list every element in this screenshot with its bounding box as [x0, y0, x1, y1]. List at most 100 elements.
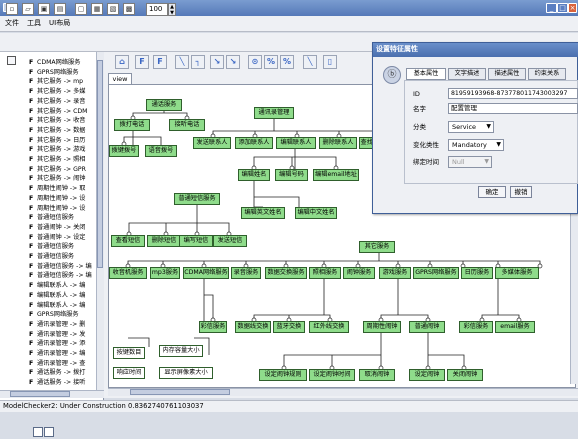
node-infrared[interactable]: 红外线交换: [309, 321, 349, 333]
tree-item[interactable]: F 普通短信服务 -> 编: [29, 271, 95, 280]
name-field[interactable]: 配置管理: [448, 103, 578, 114]
ok-button[interactable]: 确定: [478, 186, 506, 198]
tree-item[interactable]: F 其它服务 -> 数据: [29, 126, 95, 135]
paste-icon[interactable]: ▦: [91, 3, 103, 15]
node-send-sms[interactable]: 发送短信: [213, 235, 247, 247]
node-radio[interactable]: 收音机服务: [109, 267, 147, 279]
menu-file[interactable]: 文件: [3, 17, 21, 29]
node-edit-number[interactable]: 编辑号码: [275, 169, 308, 181]
node-cdma-mms[interactable]: 彩信服务: [199, 321, 227, 333]
node-dial[interactable]: 拨打电话: [114, 119, 150, 131]
node-alarm[interactable]: 闹钟服务: [343, 267, 375, 279]
close-button[interactable]: ×: [568, 3, 577, 13]
tree-item[interactable]: F 通话服务 -> 拨打: [29, 368, 95, 377]
node-normal-alarm[interactable]: 普通闹钟: [409, 321, 445, 333]
tree-item[interactable]: F 普通短信服务 -> 编: [29, 262, 95, 271]
note-response-time[interactable]: 响应时间: [113, 367, 145, 379]
diagram-hscroll-thumb[interactable]: [130, 389, 230, 395]
lock-icon[interactable]: ▯: [323, 55, 337, 69]
node-cancel-alarm[interactable]: 取消闹钟: [359, 369, 395, 381]
tree-item[interactable]: F 其它服务 -> 日历: [29, 136, 95, 145]
tree-hscroll-thumb[interactable]: [10, 391, 70, 397]
tree-root-icon[interactable]: [7, 56, 16, 65]
node-contacts[interactable]: 通讯录管理: [254, 107, 294, 119]
tab-text-description[interactable]: 文字描述: [448, 68, 486, 80]
node-delete-contact[interactable]: 删除联系人: [319, 137, 357, 149]
node-game[interactable]: 游戏服务: [379, 267, 411, 279]
node-other-service[interactable]: 其它服务: [359, 241, 395, 253]
node-delete-sms[interactable]: 删除短信: [147, 235, 181, 247]
node-key-dial[interactable]: 拨键拨号: [109, 145, 139, 157]
cancel-button[interactable]: 撤销: [510, 186, 532, 198]
node-mp3[interactable]: mp3服务: [150, 267, 180, 279]
tree-item[interactable]: F 普通闹钟 -> 关闭: [29, 223, 95, 232]
node-bluetooth[interactable]: 蓝牙交换: [273, 321, 305, 333]
tree-item[interactable]: F 通讯录管理 -> 编: [29, 349, 95, 358]
tree-item[interactable]: F 普通短信服务: [29, 213, 95, 222]
node-datacable[interactable]: 数据线交换: [235, 321, 271, 333]
tree-item[interactable]: F GPRS网络服务: [29, 310, 95, 319]
feature-tool-2-icon[interactable]: F: [153, 55, 167, 69]
tree-item[interactable]: F 其它服务 -> 多媒: [29, 87, 95, 96]
tree-item[interactable]: F 通讯录管理 -> 查: [29, 359, 95, 368]
node-write-sms[interactable]: 编写短信: [179, 235, 213, 247]
node-sms-service[interactable]: 普通短信服务: [174, 193, 220, 205]
note-screen-pixels[interactable]: 显示屏像素大小: [159, 367, 213, 379]
tree-item[interactable]: F 编辑联系人 -> 编: [29, 281, 95, 290]
link-tool-icon[interactable]: %: [264, 55, 278, 69]
node-add-contact[interactable]: 添加联系人: [235, 137, 273, 149]
node-voice-dial[interactable]: 语音拨号: [145, 145, 177, 157]
tree-item[interactable]: F 周期性闹钟 -> 取: [29, 184, 95, 193]
node-multimedia[interactable]: 多媒体服务: [495, 267, 539, 279]
category-select[interactable]: Service ▼: [448, 121, 494, 133]
layout-icon[interactable]: [33, 427, 43, 437]
node-set-alarm[interactable]: 设定闹钟: [409, 369, 445, 381]
node-answer[interactable]: 接听电话: [169, 119, 205, 131]
variability-select[interactable]: Mandatory ▼: [448, 139, 504, 151]
maximize-button[interactable]: □: [557, 3, 568, 13]
tab-basic-properties[interactable]: 基本属性: [406, 68, 446, 80]
node-call-service[interactable]: 通话服务: [146, 99, 182, 111]
open-icon[interactable]: ▱: [22, 3, 34, 15]
node-edit-email[interactable]: 编辑email地址: [313, 169, 359, 181]
tree-item[interactable]: F 周期性闹钟 -> 设: [29, 204, 95, 213]
node-cdma[interactable]: CDMA网络服务: [183, 267, 229, 279]
node-record[interactable]: 录音服务: [231, 267, 261, 279]
home-icon[interactable]: ⌂: [115, 55, 129, 69]
node-close-alarm[interactable]: 关闭闹钟: [447, 369, 483, 381]
node-set-rule[interactable]: 设定闹钟规则: [259, 369, 307, 381]
diagonal-tool-icon[interactable]: ╲: [303, 55, 317, 69]
node-calendar[interactable]: 日历服务: [461, 267, 493, 279]
tree-item[interactable]: F 其它服务 -> 照相: [29, 155, 95, 164]
tree-item[interactable]: F 其它服务 -> 收音: [29, 116, 95, 125]
zoom-spinner-icon[interactable]: ▲ ▼: [168, 3, 176, 16]
node-periodic-alarm[interactable]: 周期性闹钟: [363, 321, 401, 333]
tree-item[interactable]: F 编辑联系人 -> 编: [29, 301, 95, 310]
node-edit-name[interactable]: 编辑姓名: [238, 169, 270, 181]
tree-item[interactable]: F 普通短信服务: [29, 242, 95, 251]
line-tool-icon[interactable]: ╲: [175, 55, 189, 69]
circle-tool-icon[interactable]: ⊙: [248, 55, 262, 69]
tree-item[interactable]: F 普通闹钟 -> 设定: [29, 233, 95, 242]
tree-item[interactable]: F 编辑联系人 -> 编: [29, 291, 95, 300]
tree-item[interactable]: F 其它服务 -> mp: [29, 77, 95, 86]
tree-item[interactable]: F 其它服务 -> 录音: [29, 97, 95, 106]
tree-item[interactable]: F 通话服务 -> 接听: [29, 378, 95, 387]
node-camera[interactable]: 照相服务: [309, 267, 341, 279]
tree-item[interactable]: F 其它服务 -> CDM: [29, 107, 95, 116]
id-field[interactable]: 81959193968-873778011743003297: [448, 88, 578, 99]
tree-item[interactable]: F 通讯录管理 -> 添: [29, 339, 95, 348]
node-edit-contact[interactable]: 编辑联系人: [276, 137, 316, 149]
new-icon[interactable]: ▫: [6, 3, 18, 15]
node-edit-english-name[interactable]: 编辑英文姓名: [241, 207, 285, 219]
tree-item[interactable]: F 通讯录管理 -> 删: [29, 320, 95, 329]
menu-ui-layout[interactable]: UI布局: [47, 17, 72, 29]
node-gprs[interactable]: GPRS网络服务: [413, 267, 459, 279]
tree-item[interactable]: F CDMA网络服务: [29, 58, 95, 67]
node-edit-chinese-name[interactable]: 编辑中文姓名: [295, 207, 337, 219]
node-email[interactable]: email服务: [495, 321, 535, 333]
tree-scroll-thumb[interactable]: [97, 60, 103, 268]
arrow-tool-icon[interactable]: ↘: [210, 55, 224, 69]
node-send-contact[interactable]: 发送联系人: [193, 137, 231, 149]
zoom-input[interactable]: 100: [146, 3, 168, 16]
